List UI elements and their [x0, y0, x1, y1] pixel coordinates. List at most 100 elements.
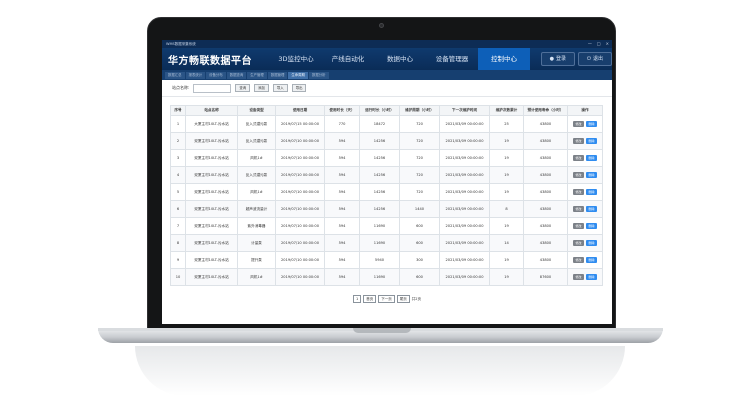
table-cell: 19 [489, 132, 524, 150]
page-total: 共2页 [411, 296, 421, 301]
edit-button[interactable]: 修改 [573, 189, 584, 195]
table-cell: 43800 [523, 115, 568, 133]
table-cell: 720 [399, 149, 440, 167]
tab-distribution[interactable]: 设备分布 [206, 71, 226, 79]
export-button[interactable]: 导出 [291, 84, 307, 92]
login-button[interactable]: ● 登录 [540, 52, 576, 66]
table-cell: 双厦主村10LT-污水站 [185, 200, 238, 218]
minimize-icon[interactable]: — [588, 40, 592, 48]
table-cell: 19 [489, 166, 524, 184]
nav-item-control-center[interactable]: 控制中心 [478, 48, 530, 70]
table-cell: 87600 [523, 268, 568, 286]
table-cell: 600 [399, 234, 440, 252]
table-cell: 提升泵 [237, 251, 276, 269]
delete-button[interactable]: 删除 [586, 240, 597, 246]
tab-lifecycle[interactable]: 生命周期 [288, 71, 308, 79]
table-cell: 11690 [359, 234, 400, 252]
delete-button[interactable]: 删除 [586, 274, 597, 280]
table-cell: 594 [324, 217, 360, 235]
table-cell: 720 [399, 166, 440, 184]
table-cell: 双厦主村10LT-污水站 [185, 234, 238, 252]
nav-item-automation[interactable]: 产线自动化 [322, 48, 374, 70]
table-cell: 25 [489, 115, 524, 133]
edit-button[interactable]: 修改 [573, 172, 584, 178]
table-cell: 2 [170, 132, 186, 150]
nav-item-3d-monitor[interactable]: 3D监控中心 [270, 48, 322, 70]
logout-button[interactable]: ⏻ 退出 [578, 52, 612, 66]
table-cell: 14256 [359, 200, 400, 218]
site-name-input[interactable] [193, 83, 232, 93]
tab-analysis[interactable]: 数据分析 [308, 71, 329, 79]
table-cell: 43800 [523, 183, 568, 201]
table-cell: 8 [170, 234, 186, 252]
delete-button[interactable]: 删除 [586, 257, 597, 263]
table-cell: 43800 [523, 251, 568, 269]
column-header: 运行时长（小时） [359, 105, 400, 116]
camera-icon [379, 23, 384, 28]
table-cell: 2019/07/15 00:00:00 [275, 115, 325, 133]
table-cell: 紫外消毒器 [237, 217, 276, 235]
close-icon[interactable]: × [606, 40, 609, 48]
edit-button[interactable]: 修改 [573, 138, 584, 144]
actions-cell: 修改 删除 [567, 234, 603, 252]
table-cell: 双厦主村10LT-污水站 [185, 166, 238, 184]
delete-button[interactable]: 删除 [586, 172, 597, 178]
page-first[interactable]: 首页 [363, 295, 377, 303]
search-bar: 站点名称: 查询 添加 导入 导出 [162, 80, 612, 97]
delete-button[interactable]: 删除 [586, 223, 597, 229]
edit-button[interactable]: 修改 [573, 155, 584, 161]
table-cell: 720 [399, 183, 440, 201]
table-cell: 风机1# [237, 268, 276, 286]
nav-item-device-manager[interactable]: 设备管理器 [426, 48, 478, 70]
tab-summary[interactable]: 数据汇总 [165, 71, 185, 79]
edit-button[interactable]: 修改 [573, 274, 584, 280]
edit-button[interactable]: 修改 [573, 206, 584, 212]
lifecycle-table: 序号 站点名称 设备类型 使用日期 使用时长（天） 运行时长（小时） 维护周期（小时） 下一次… [170, 105, 603, 286]
table-cell: 1440 [399, 200, 440, 218]
table-cell: 720 [399, 132, 440, 150]
table-cell: 14 [489, 234, 524, 252]
table-cell: 双厦主村10LT-污水站 [185, 149, 238, 167]
tab-query[interactable]: 数据查询 [226, 71, 247, 79]
delete-button[interactable]: 删除 [586, 121, 597, 127]
delete-button[interactable]: 删除 [586, 206, 597, 212]
delete-button[interactable]: 删除 [586, 189, 597, 195]
table-cell: 反入式潜污泵 [237, 166, 276, 184]
table-cell: 19 [489, 149, 524, 167]
import-button[interactable]: 导入 [272, 84, 288, 92]
table-cell: 双厦主村10LT-污水站 [185, 183, 238, 201]
breadcrumb-tabs: 数据汇总 报表统计 设备分布 数据查询 生产管理 数据管理 生命周期 数据分析 [162, 70, 612, 80]
tab-reports[interactable]: 报表统计 [185, 71, 206, 79]
query-button[interactable]: 查询 [235, 84, 251, 92]
login-label: 登录 [556, 56, 567, 62]
table-cell: 5 [170, 183, 186, 201]
actions-cell: 修改 删除 [567, 217, 603, 235]
edit-button[interactable]: 修改 [573, 257, 584, 263]
page-next[interactable]: 下一页 [378, 295, 395, 303]
table-cell: 2021/03/09 00:00:00 [439, 132, 490, 150]
add-button[interactable]: 添加 [254, 84, 269, 92]
table-cell: 2019/07/10 00:00:00 [275, 268, 325, 286]
table-cell: 2021/03/09 00:00:00 [439, 183, 490, 201]
window-title: WMS数据采集系统 [166, 42, 196, 46]
page-current[interactable]: 1 [353, 295, 362, 303]
column-header: 操作 [567, 105, 603, 116]
edit-button[interactable]: 修改 [573, 240, 584, 246]
tab-production[interactable]: 生产管理 [247, 71, 267, 79]
table-cell: 2021/03/09 00:00:00 [439, 251, 490, 269]
nav-item-data-center[interactable]: 数据中心 [374, 48, 426, 70]
table-cell: 594 [324, 200, 360, 218]
table-cell: 600 [399, 268, 440, 286]
tab-data-management[interactable]: 数据管理 [267, 71, 288, 79]
page-last[interactable]: 尾页 [396, 295, 410, 303]
edit-button[interactable]: 修改 [573, 121, 584, 127]
maximize-icon[interactable]: □ [597, 40, 601, 48]
delete-button[interactable]: 删除 [586, 155, 597, 161]
table-cell: 11690 [359, 268, 400, 286]
table-row: 3 双厦主村10LT-污水站 风机1# 2019/07/10 00:00:00 594 1… [170, 149, 603, 167]
table-cell: 2021/03/09 00:00:00 [439, 217, 490, 235]
delete-button[interactable]: 删除 [586, 138, 597, 144]
table-cell: 43800 [523, 166, 568, 184]
table-cell: 反入式潜污泵 [237, 115, 276, 133]
edit-button[interactable]: 修改 [573, 223, 584, 229]
